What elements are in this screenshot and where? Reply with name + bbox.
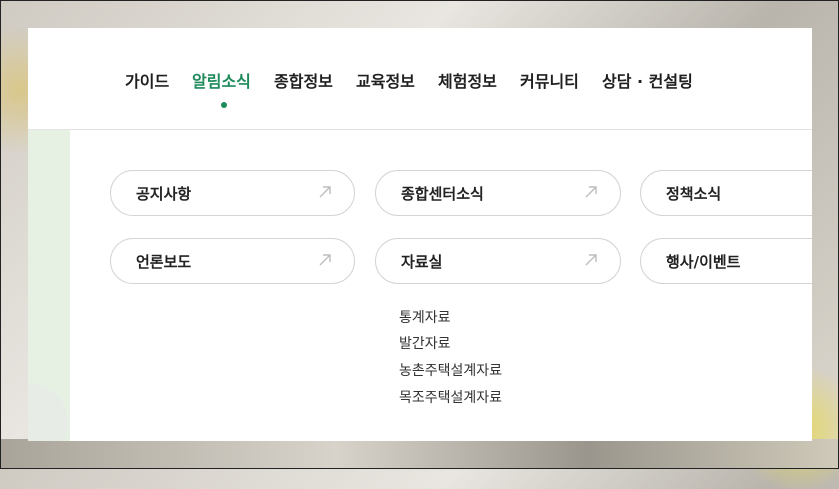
submenu-card-center-news[interactable]: 종합센터소식	[375, 170, 621, 216]
submenu-card-policy-news[interactable]: 정책소식	[640, 170, 812, 216]
submenu-card-label: 행사/이벤트	[666, 253, 741, 271]
mega-menu-panel: 가이드 알림소식 종합정보 교육정보 체험정보 커뮤니티 상담 · 컨설팅 공지…	[28, 28, 812, 441]
nav-guide[interactable]: 가이드	[125, 68, 169, 92]
submenu-card-archive[interactable]: 자료실	[375, 238, 621, 284]
active-indicator-dot	[221, 102, 227, 108]
submenu-card-label: 종합센터소식	[401, 185, 484, 203]
diagonal-arrow-icon	[585, 186, 597, 198]
nav-community[interactable]: 커뮤니티	[520, 68, 579, 92]
submenu-card-label: 공지사항	[136, 185, 192, 203]
diagonal-arrow-icon	[319, 186, 331, 198]
submenu-card-notice[interactable]: 공지사항	[110, 170, 355, 216]
nav-experience-info[interactable]: 체험정보	[438, 68, 497, 92]
global-navigation: 가이드 알림소식 종합정보 교육정보 체험정보 커뮤니티 상담 · 컨설팅	[28, 28, 812, 130]
submenu-card-events[interactable]: 행사/이벤트	[640, 238, 812, 284]
archive-link-statistics[interactable]: 통계자료	[399, 307, 451, 327]
diagonal-arrow-icon	[319, 254, 331, 266]
archive-link-wood-housing-design[interactable]: 목조주택설계자료	[399, 387, 502, 407]
submenu-card-label: 언론보도	[136, 253, 192, 271]
nav-education-info[interactable]: 교육정보	[356, 68, 415, 92]
nav-notice[interactable]: 알림소식	[192, 68, 251, 92]
archive-link-publications[interactable]: 발간자료	[399, 333, 451, 353]
submenu-card-label: 자료실	[401, 253, 443, 271]
nav-general-info[interactable]: 종합정보	[274, 68, 333, 92]
background-blur	[0, 439, 839, 469]
nav-consulting[interactable]: 상담 · 컨설팅	[602, 68, 693, 92]
diagonal-arrow-icon	[585, 254, 597, 266]
archive-link-rural-housing-design[interactable]: 농촌주택설계자료	[399, 360, 502, 380]
submenu-card-label: 정책소식	[666, 185, 722, 203]
submenu-card-press[interactable]: 언론보도	[110, 238, 355, 284]
